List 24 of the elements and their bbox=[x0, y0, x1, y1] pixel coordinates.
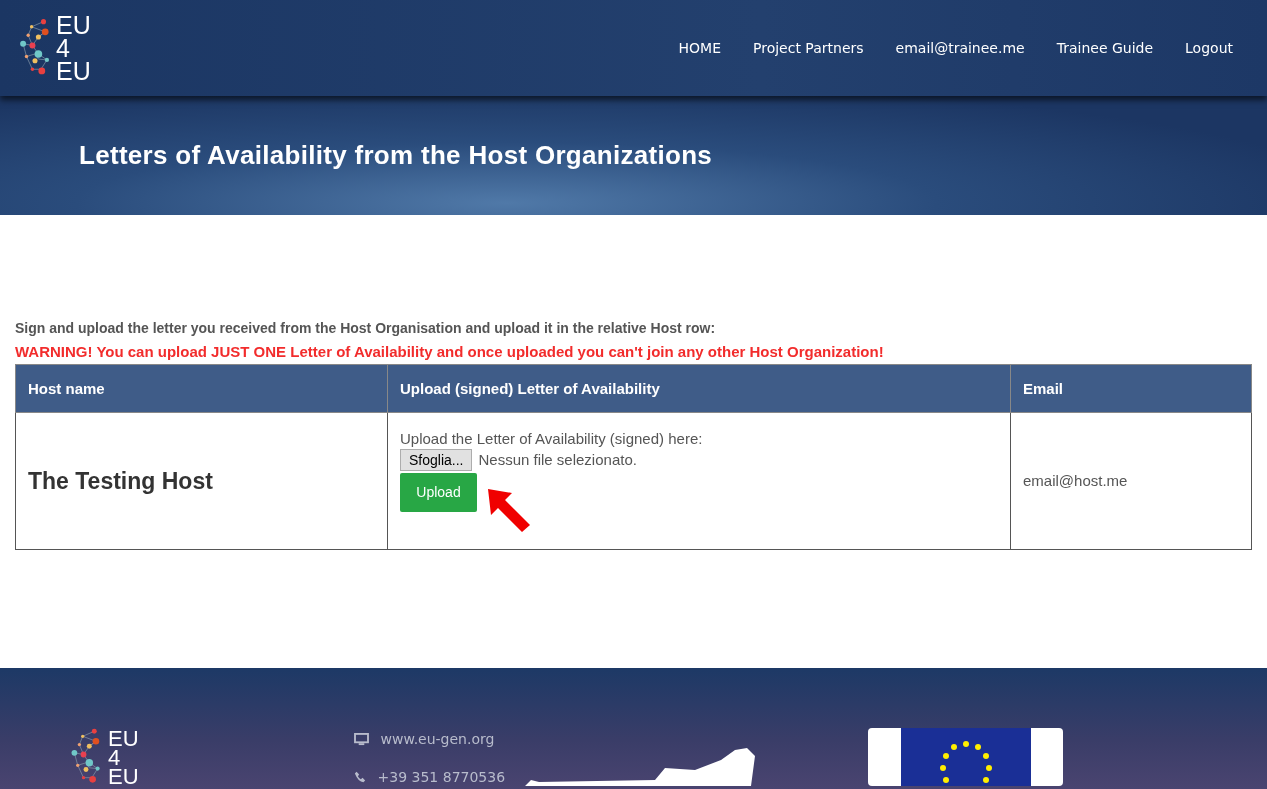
logo-text: EU bbox=[108, 728, 139, 748]
column-header: Upload (signed) Letter of Availability bbox=[387, 364, 1011, 413]
instruction-text: Sign and upload the letter you received from the Host Organisation and upload it in the relative Host row: bbox=[15, 319, 717, 338]
logo-text: EU bbox=[56, 13, 91, 37]
column-header: Email bbox=[1010, 364, 1252, 413]
logo-text: 4 bbox=[56, 36, 70, 60]
logo-text: 4 bbox=[108, 747, 121, 767]
contact-text: www.eu-gen.org bbox=[380, 731, 495, 747]
nav-link[interactable]: email@trainee.me bbox=[879, 40, 1041, 56]
host-email: email@host.me bbox=[1023, 472, 1128, 489]
page-title: Letters of Availability from the Host Organizations bbox=[79, 140, 713, 171]
logo-text: EU bbox=[108, 766, 139, 786]
file-status: Nessun file selezionato. bbox=[478, 451, 637, 468]
host-name: The Testing Host bbox=[28, 467, 213, 494]
browse-button[interactable]: Sfoglia... bbox=[400, 448, 473, 471]
logo-text: EU bbox=[56, 59, 91, 83]
nav-link[interactable]: Trainee Guide bbox=[1040, 40, 1170, 56]
warning-text: WARNING! You can upload JUST ONE Letter of Availability and once uploaded you can't join any other Host Organization! bbox=[15, 342, 885, 362]
column-header: Host name bbox=[15, 364, 388, 413]
nav-link[interactable]: Logout bbox=[1169, 40, 1249, 56]
contact-text: +39 351 8770536 bbox=[377, 769, 506, 785]
nav-link[interactable]: Project Partners bbox=[737, 40, 880, 56]
nav-link[interactable]: HOME bbox=[662, 40, 737, 56]
upload-label: Upload the Letter of Availability (signed) here: bbox=[400, 429, 704, 447]
